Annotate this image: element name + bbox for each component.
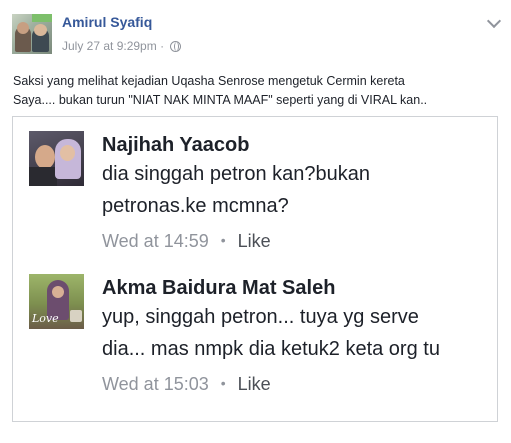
meta-separator: ·: [160, 39, 165, 53]
post-text-line: Saya.... bukan turun "NIAT NAK MINTA MAA…: [13, 93, 428, 107]
chevron-down-icon[interactable]: [486, 13, 502, 29]
action-separator: •: [220, 232, 226, 248]
avatar-body-left: [29, 167, 57, 186]
author-avatar[interactable]: [12, 14, 52, 54]
post-meta: July 27 at 9:29pm ·: [62, 39, 182, 53]
post-header: Amirul Syafiq July 27 at 9:29pm ·: [0, 0, 511, 64]
comment-body: Najihah Yaacob dia singgah petron kan?bu…: [102, 133, 370, 252]
post-text-line: Saksi yang melihat kejadian Uqasha Senro…: [13, 74, 405, 88]
avatar-person-left-head: [17, 22, 29, 34]
avatar-badge: [70, 310, 82, 322]
post-timestamp[interactable]: July 27 at 9:29pm: [62, 39, 157, 53]
action-separator: •: [220, 375, 226, 391]
avatar-tag-decoration: [32, 14, 52, 22]
commenter-name: Akma Baidura Mat Saleh: [102, 277, 336, 299]
avatar-face: [52, 286, 64, 298]
avatar-face-right: [60, 145, 75, 161]
comment-like-label: Like: [237, 374, 271, 394]
comment-text-line: dia singgah petron kan?bukan: [102, 163, 370, 185]
embedded-screenshot[interactable]: Najihah Yaacob dia singgah petron kan?bu…: [12, 116, 498, 422]
comment-text-line: yup, singgah petron... tuya yg serve: [102, 306, 419, 328]
post-text: Saksi yang melihat kejadian Uqasha Senro…: [13, 72, 503, 110]
comment-body: Akma Baidura Mat Saleh yup, singgah petr…: [102, 276, 440, 395]
comment-text-line: dia... mas nmpk dia ketuk2 keta org tu: [102, 338, 440, 360]
avatar-person-right-head: [34, 24, 47, 36]
commenter-avatar: Love: [29, 274, 84, 329]
comment-actions: Wed at 15:03 • Like: [102, 374, 440, 395]
commenter-avatar: [29, 131, 84, 186]
author-name-link[interactable]: Amirul Syafiq: [62, 14, 152, 30]
commenter-name: Najihah Yaacob: [102, 134, 250, 156]
globe-icon[interactable]: [170, 41, 182, 52]
comment-time: Wed at 15:03: [102, 374, 209, 394]
comment-like-label: Like: [237, 231, 271, 251]
comment-actions: Wed at 14:59 • Like: [102, 231, 370, 252]
avatar-face-left: [35, 145, 55, 169]
avatar-love-caption: Love: [32, 312, 59, 325]
comment-text-line: petronas.ke mcmna?: [102, 195, 289, 217]
comment-time: Wed at 14:59: [102, 231, 209, 251]
